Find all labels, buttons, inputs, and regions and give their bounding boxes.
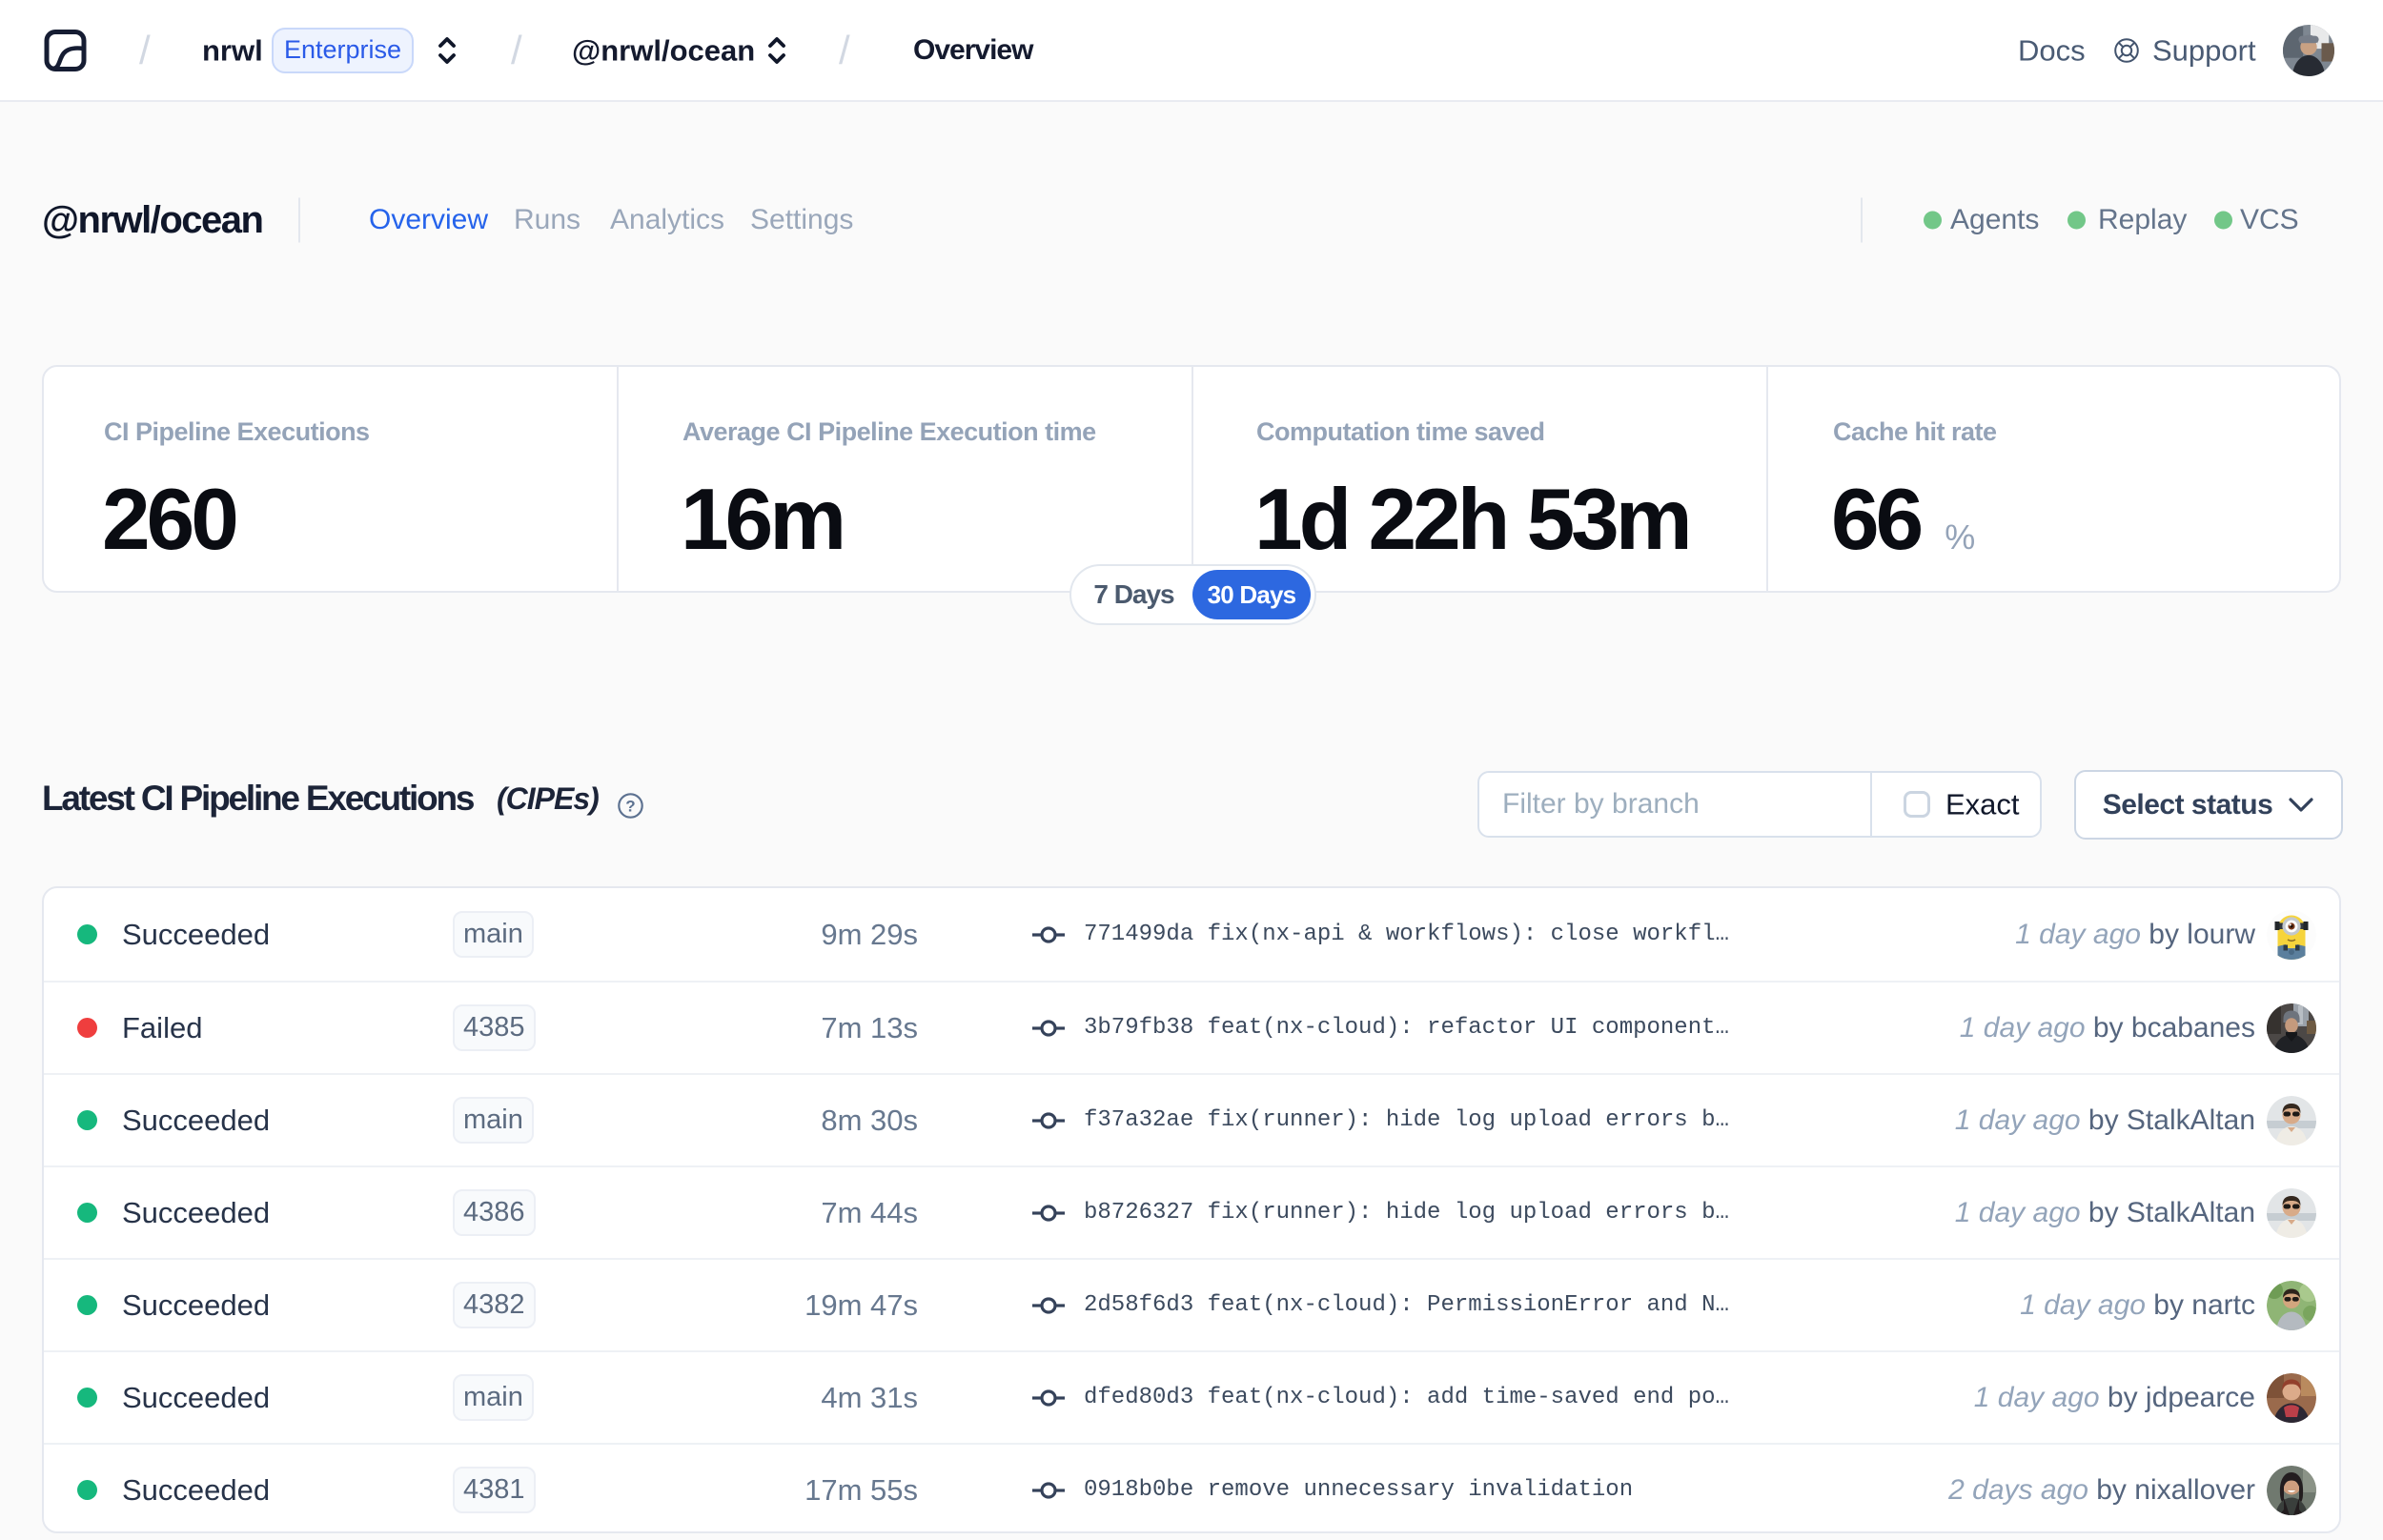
svg-text:?: ? <box>625 798 635 816</box>
